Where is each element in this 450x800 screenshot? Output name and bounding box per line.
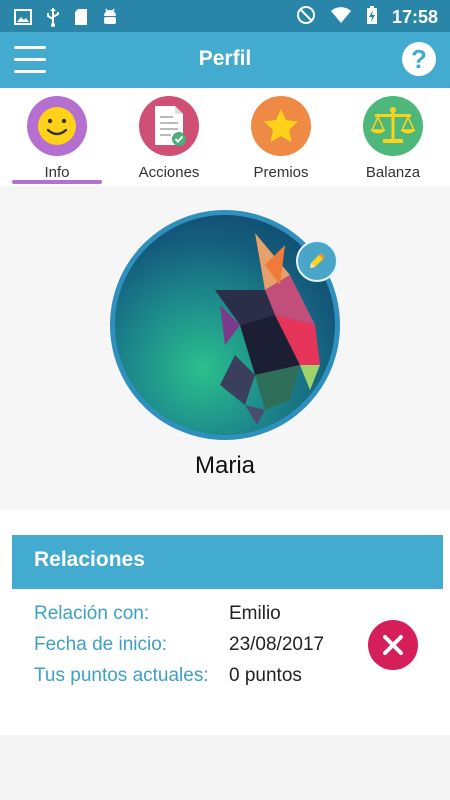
app-bar: Perfil ?: [0, 32, 450, 88]
profile-name: Maria: [194, 452, 255, 479]
scales-icon: [363, 96, 423, 156]
android-icon: [102, 8, 118, 31]
tab-label: Balanza: [365, 164, 421, 181]
document-check-icon: [139, 96, 199, 156]
tab-acciones[interactable]: Acciones: [119, 96, 219, 186]
start-date-key: Fecha de inicio:: [34, 634, 168, 655]
close-icon: [383, 635, 403, 655]
pencil-icon: [310, 253, 325, 268]
battery-charging-icon: [366, 5, 378, 30]
sd-card-icon: [74, 8, 88, 31]
clock: 17:58: [391, 7, 438, 27]
tab-label: Acciones: [138, 164, 200, 181]
relation-row: Relación con: Emilio: [34, 603, 281, 625]
tab-label: Premios: [253, 164, 309, 181]
tab-premios[interactable]: Premios: [231, 96, 331, 186]
help-button[interactable]: ?: [402, 42, 436, 76]
relation-key: Relación con:: [34, 603, 150, 624]
smiley-icon: [27, 96, 87, 156]
profile-section: Maria: [0, 186, 450, 510]
edit-avatar-button[interactable]: [296, 240, 338, 282]
remove-relation-button[interactable]: [368, 620, 418, 670]
tab-label: Info: [44, 164, 70, 181]
points-value: 0 puntos: [229, 665, 302, 686]
selected-tab-indicator: [12, 180, 102, 184]
image-icon: [14, 9, 32, 30]
status-bar: 17:58: [0, 0, 450, 32]
relations-header: Relaciones: [12, 535, 443, 589]
star-icon: [251, 96, 311, 156]
relation-value: Emilio: [229, 603, 281, 624]
page-title: Perfil: [198, 47, 252, 70]
usb-icon: [46, 7, 60, 32]
do-not-disturb-icon: [296, 5, 316, 30]
start-date-row: Fecha de inicio: 23/08/2017: [34, 634, 324, 656]
tab-bar: Info Acciones Premios Balanza: [0, 88, 450, 186]
wifi-icon: [330, 6, 352, 29]
points-row: Tus puntos actuales: 0 puntos: [34, 665, 302, 687]
relations-section: Relaciones Relación con: Emilio Fecha de …: [0, 510, 450, 735]
points-key: Tus puntos actuales:: [34, 665, 209, 686]
start-date-value: 23/08/2017: [229, 634, 325, 655]
tab-balanza[interactable]: Balanza: [343, 96, 443, 186]
tab-info[interactable]: Info: [7, 96, 107, 186]
